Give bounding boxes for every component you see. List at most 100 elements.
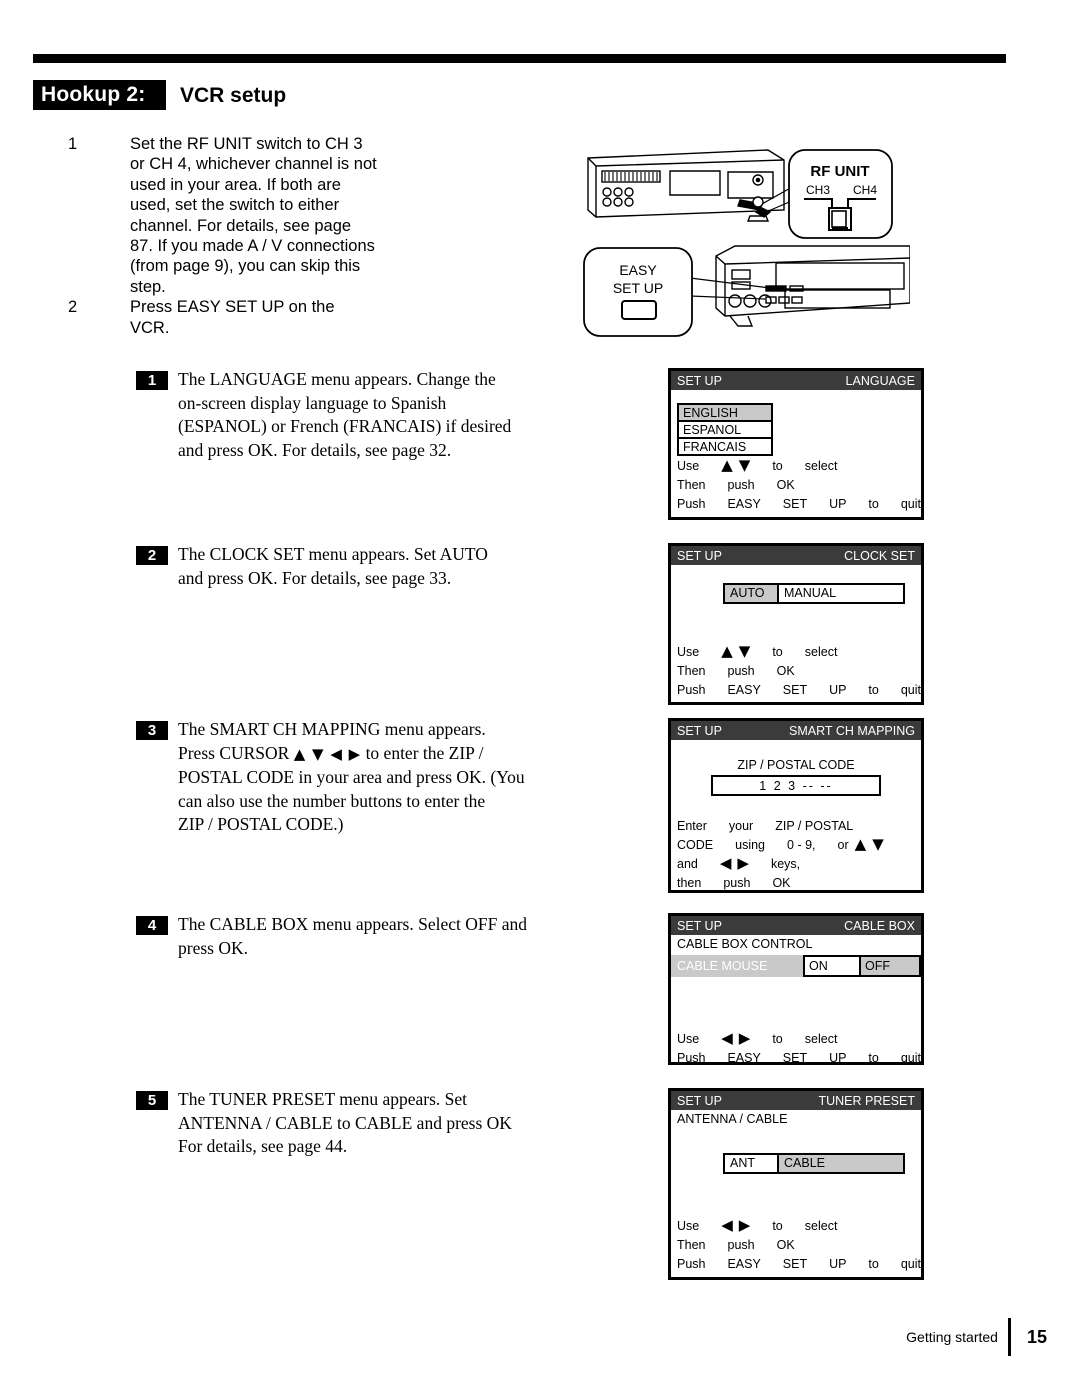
hint-push2-label: Push — [677, 496, 706, 511]
osd-smartchmapping-help-line2: CODE using 0 - 9, or ▲ ▼ — [677, 835, 921, 854]
substep-5-chip: 5 — [136, 1091, 168, 1110]
arrow-up-icon: ▲ — [721, 456, 733, 474]
osd-clockset-title: CLOCK SET — [844, 548, 915, 563]
easy-set-up-label-line2: SET UP — [613, 280, 663, 296]
substep-2: 2 The CLOCK SET menu appears. Set AUTO a… — [136, 543, 556, 590]
hint-up-label: UP — [829, 1256, 847, 1271]
main-step-1: 1 Set the RF UNIT switch to CH 3 or CH 4… — [68, 134, 528, 297]
arrow-left-icon: ◀ — [719, 854, 732, 872]
arrow-left-icon: ◀ — [721, 1029, 733, 1047]
hint-to-label: to — [772, 644, 783, 659]
hint-ok-label: OK — [776, 477, 795, 492]
hint-ok-label: OK — [776, 663, 795, 678]
osd-tunerpreset-titlebar: SET UP TUNER PRESET — [671, 1091, 921, 1110]
osd-cablebox-hint-select: Use ◀ ▶ to select — [677, 1029, 921, 1048]
hint-to2-label: to — [868, 1050, 879, 1065]
osd-language-setup-label: SET UP — [677, 373, 722, 388]
osd-clockset-panel: SET UP CLOCK SET AUTO MANUAL Use ▲ ▼ to … — [668, 543, 924, 705]
osd-clockset-hint-ok: Then push OK — [677, 661, 921, 680]
substep-1-text-a: The LANGUAGE menu appears. Change the on… — [178, 369, 512, 460]
substep-4-text-a: The CABLE BOX menu appears. Select OFF a… — [178, 914, 527, 958]
hint-quit-label: quit — [900, 1256, 921, 1271]
arrow-left-icon: ◀ — [721, 1216, 733, 1234]
arrow-down-icon: ▼ — [738, 456, 751, 474]
hint-to-label: to — [772, 1218, 783, 1233]
hint-ok-label: OK — [776, 1237, 795, 1252]
hint-quit-label: quit — [900, 1050, 921, 1065]
help-ok-label: OK — [772, 875, 791, 890]
cursor-arrows-icon: ▲ ▼ ◀ ▶ — [293, 744, 362, 763]
help-zippostal-label: ZIP / POSTAL — [775, 818, 854, 833]
hint-to-label: to — [772, 458, 783, 473]
hint-to2-label: to — [868, 682, 879, 697]
substep-2-text: The CLOCK SET menu appears. Set AUTO and… — [178, 543, 556, 590]
hint-to-label: to — [772, 1031, 783, 1046]
osd-clockset-option-manual[interactable]: MANUAL — [779, 585, 903, 602]
hint-then-label: Then — [677, 477, 706, 492]
footer-divider — [1007, 1318, 1011, 1356]
osd-smartchmapping-help-line3: and ◀ ▶ keys, — [677, 854, 921, 873]
osd-clockset-option-auto[interactable]: AUTO — [725, 585, 779, 602]
cable-mouse-option-on[interactable]: ON — [803, 955, 861, 977]
substep-4-chip: 4 — [136, 916, 168, 935]
main-step-2: 2 Press EASY SET UP on the VCR. — [68, 297, 528, 338]
vcr-illustration: RF UNIT CH3 CH4 EASY SET UP — [580, 138, 911, 348]
help-enter-label: Enter — [677, 818, 707, 833]
help-code-label: CODE — [677, 837, 714, 852]
osd-language-panel: SET UP LANGUAGE ENGLISH ESPANOL FRANCAIS… — [668, 368, 924, 520]
help-digits-label: 0 - 9, — [787, 837, 816, 852]
osd-tunerpreset-option-ant[interactable]: ANT — [725, 1155, 779, 1172]
arrow-right-icon: ▶ — [738, 1216, 751, 1234]
main-step-2-number: 2 — [68, 298, 78, 317]
osd-smartchmapping-body: ZIP / POSTAL CODE 1 2 3 -- -- Enter your… — [671, 758, 921, 892]
osd-tunerpreset-body: ANTENNA / CABLE ANT CABLE Use ◀ ▶ to sel… — [671, 1110, 921, 1273]
substep-3-text: The SMART CH MAPPING menu appears. Press… — [178, 718, 556, 837]
arrow-down-icon: ▼ — [872, 835, 884, 853]
substep-5-text-a: The TUNER PRESET menu appears. Set ANTEN… — [178, 1089, 512, 1156]
hint-push-label: push — [727, 1237, 755, 1252]
osd-language-option-francais[interactable]: FRANCAIS — [677, 437, 773, 456]
rf-unit-title: RF UNIT — [810, 163, 869, 180]
cable-mouse-row: CABLE MOUSE ON OFF — [671, 955, 921, 977]
help-your-label: your — [728, 818, 754, 833]
hint-use-label: Use — [677, 1218, 700, 1233]
osd-language-hint-quit: Push EASY SET UP to quit — [677, 494, 921, 513]
osd-language-body: ENGLISH ESPANOL FRANCAIS Use ▲ ▼ to sele… — [671, 403, 921, 513]
hint-use-label: Use — [677, 644, 700, 659]
cable-mouse-option-off[interactable]: OFF — [861, 955, 921, 977]
hint-use-label: Use — [677, 458, 700, 473]
osd-cablebox-body: CABLE BOX CONTROL CABLE MOUSE ON OFF Use… — [671, 935, 921, 1067]
vcr-illustration-svg: RF UNIT CH3 CH4 EASY SET UP — [583, 149, 911, 337]
hint-easy-label: EASY — [727, 682, 761, 697]
main-step-2-text: Press EASY SET UP on the VCR. — [130, 298, 335, 337]
rf-unit-switch-lever[interactable] — [831, 210, 847, 228]
zip-postal-code-input[interactable]: 1 2 3 -- -- — [711, 775, 881, 796]
help-then-label: then — [677, 875, 702, 890]
hint-up-label: UP — [829, 496, 847, 511]
arrow-down-icon: ▼ — [738, 642, 751, 660]
substep-5: 5 The TUNER PRESET menu appears. Set ANT… — [136, 1088, 556, 1159]
hint-select-label: select — [804, 1218, 838, 1233]
footer-page-number: 15 — [1026, 1326, 1047, 1347]
easy-set-up-button[interactable] — [621, 300, 657, 320]
antenna-cable-label: ANTENNA / CABLE — [677, 1112, 788, 1126]
substep-5-text: The TUNER PRESET menu appears. Set ANTEN… — [178, 1088, 556, 1159]
zip-postal-code-label: ZIP / POSTAL CODE — [737, 758, 855, 772]
osd-tunerpreset-hint-select: Use ◀ ▶ to select — [677, 1216, 921, 1235]
osd-tunerpreset-option-cable[interactable]: CABLE — [779, 1155, 903, 1172]
hint-set-label: SET — [782, 1050, 808, 1065]
osd-language-hint-ok: Then push OK — [677, 475, 921, 494]
osd-tunerpreset-hint-quit: Push EASY SET UP to quit — [677, 1254, 921, 1273]
osd-cablebox-title: CABLE BOX — [844, 918, 915, 933]
page-title: VCR setup — [180, 83, 287, 107]
osd-clockset-hint-select: Use ▲ ▼ to select — [677, 642, 921, 661]
hint-easy-label: EASY — [727, 1256, 761, 1271]
hint-then-label: Then — [677, 663, 706, 678]
substep-1: 1 The LANGUAGE menu appears. Change the … — [136, 368, 556, 462]
hint-to2-label: to — [868, 1256, 879, 1271]
hint-push-label: push — [727, 477, 755, 492]
substep-3-chip: 3 — [136, 721, 168, 740]
help-keys-label: keys, — [770, 856, 801, 871]
osd-clockset-hint-quit: Push EASY SET UP to quit — [677, 680, 921, 699]
osd-language-title: LANGUAGE — [845, 373, 915, 388]
